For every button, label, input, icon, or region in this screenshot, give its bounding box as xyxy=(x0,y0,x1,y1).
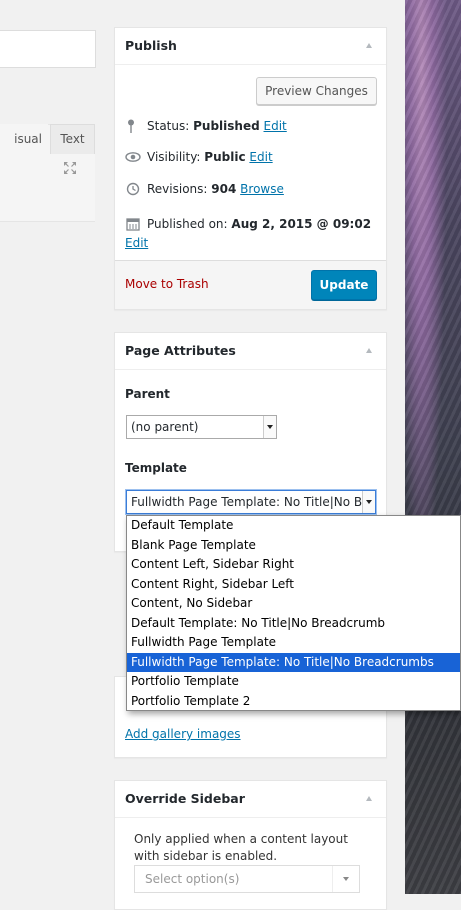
parent-select-value: (no parent) xyxy=(131,420,199,434)
parent-label: Parent xyxy=(125,387,170,401)
collapse-arrow-icon[interactable] xyxy=(366,348,372,353)
preview-changes-button[interactable]: Preview Changes xyxy=(256,77,377,105)
visibility-edit-link[interactable]: Edit xyxy=(249,150,272,164)
published-on-row: Published on: Aug 2, 2015 @ 09:02 xyxy=(125,217,371,231)
status-edit-link[interactable]: Edit xyxy=(264,119,287,133)
move-to-trash-link[interactable]: Move to Trash xyxy=(125,277,209,291)
revisions-browse-link[interactable]: Browse xyxy=(240,182,284,196)
revisions-value: 904 xyxy=(211,182,237,196)
calendar-icon xyxy=(126,218,140,231)
publish-major-actions: Move to Trash Update xyxy=(115,260,386,309)
tab-visual[interactable]: isual xyxy=(0,124,48,154)
status-label: Status: xyxy=(147,119,190,133)
published-on-value: Aug 2, 2015 @ 09:02 xyxy=(231,217,372,231)
add-gallery-images-link[interactable]: Add gallery images xyxy=(125,727,241,741)
override-sidebar-header[interactable]: Override Sidebar xyxy=(115,781,386,818)
update-button[interactable]: Update xyxy=(311,270,377,300)
status-value: Published xyxy=(193,119,260,133)
template-option[interactable]: Fullwidth Page Template xyxy=(127,633,460,653)
sidebar-options-select[interactable]: Select option(s) xyxy=(134,865,360,893)
template-option[interactable]: Portfolio Template xyxy=(127,672,460,692)
chevron-down-icon xyxy=(332,866,359,892)
parent-select[interactable]: (no parent) xyxy=(126,415,277,439)
eye-icon xyxy=(125,152,141,162)
collapse-arrow-icon[interactable] xyxy=(366,43,372,48)
template-option[interactable]: Content, No Sidebar xyxy=(127,594,460,614)
template-option[interactable]: Content Left, Sidebar Right xyxy=(127,555,460,575)
publish-box-header[interactable]: Publish xyxy=(115,28,386,65)
template-option[interactable]: Portfolio Template 2 xyxy=(127,692,460,712)
history-clock-icon xyxy=(126,182,140,196)
template-option[interactable]: Default Template xyxy=(127,516,460,536)
post-title-input[interactable] xyxy=(0,30,96,68)
template-label: Template xyxy=(125,461,187,475)
fullscreen-expand-icon[interactable] xyxy=(62,160,78,176)
template-select[interactable]: Fullwidth Page Template: No Title|No Bre… xyxy=(126,490,376,514)
publish-box-title: Publish xyxy=(125,38,177,53)
page-attributes-title: Page Attributes xyxy=(125,343,236,358)
published-on-label: Published on: xyxy=(147,217,228,231)
page-attributes-header[interactable]: Page Attributes xyxy=(115,333,386,370)
published-on-edit-link[interactable]: Edit xyxy=(125,236,148,250)
visibility-value: Public xyxy=(204,150,246,164)
override-sidebar-note: Only applied when a content layout with … xyxy=(134,832,348,863)
template-dropdown-list[interactable]: Default Template Blank Page Template Con… xyxy=(126,515,461,711)
collapse-arrow-icon[interactable] xyxy=(366,796,372,801)
template-select-value: Fullwidth Page Template: No Title|No Bre… xyxy=(131,495,375,509)
publish-box: Publish Preview Changes Status: Publishe… xyxy=(114,27,387,310)
desktop-background-photo xyxy=(405,0,461,894)
chevron-down-icon xyxy=(362,491,375,513)
template-option[interactable]: Content Right, Sidebar Left xyxy=(127,575,460,595)
tab-text[interactable]: Text xyxy=(50,124,95,154)
pin-icon xyxy=(128,119,134,133)
revisions-row: Revisions: 904 Browse xyxy=(125,182,284,196)
status-row: Status: Published Edit xyxy=(125,119,287,133)
template-option[interactable]: Default Template: No Title|No Breadcrumb xyxy=(127,614,460,634)
template-option-selected[interactable]: Fullwidth Page Template: No Title|No Bre… xyxy=(127,652,460,672)
visibility-row: Visibility: Public Edit xyxy=(125,150,273,164)
template-option[interactable]: Blank Page Template xyxy=(127,536,460,556)
sidebar-options-placeholder: Select option(s) xyxy=(145,872,240,886)
override-sidebar-title: Override Sidebar xyxy=(125,791,245,806)
chevron-down-icon xyxy=(263,416,276,438)
revisions-label: Revisions: xyxy=(147,182,208,196)
visibility-label: Visibility: xyxy=(147,150,201,164)
